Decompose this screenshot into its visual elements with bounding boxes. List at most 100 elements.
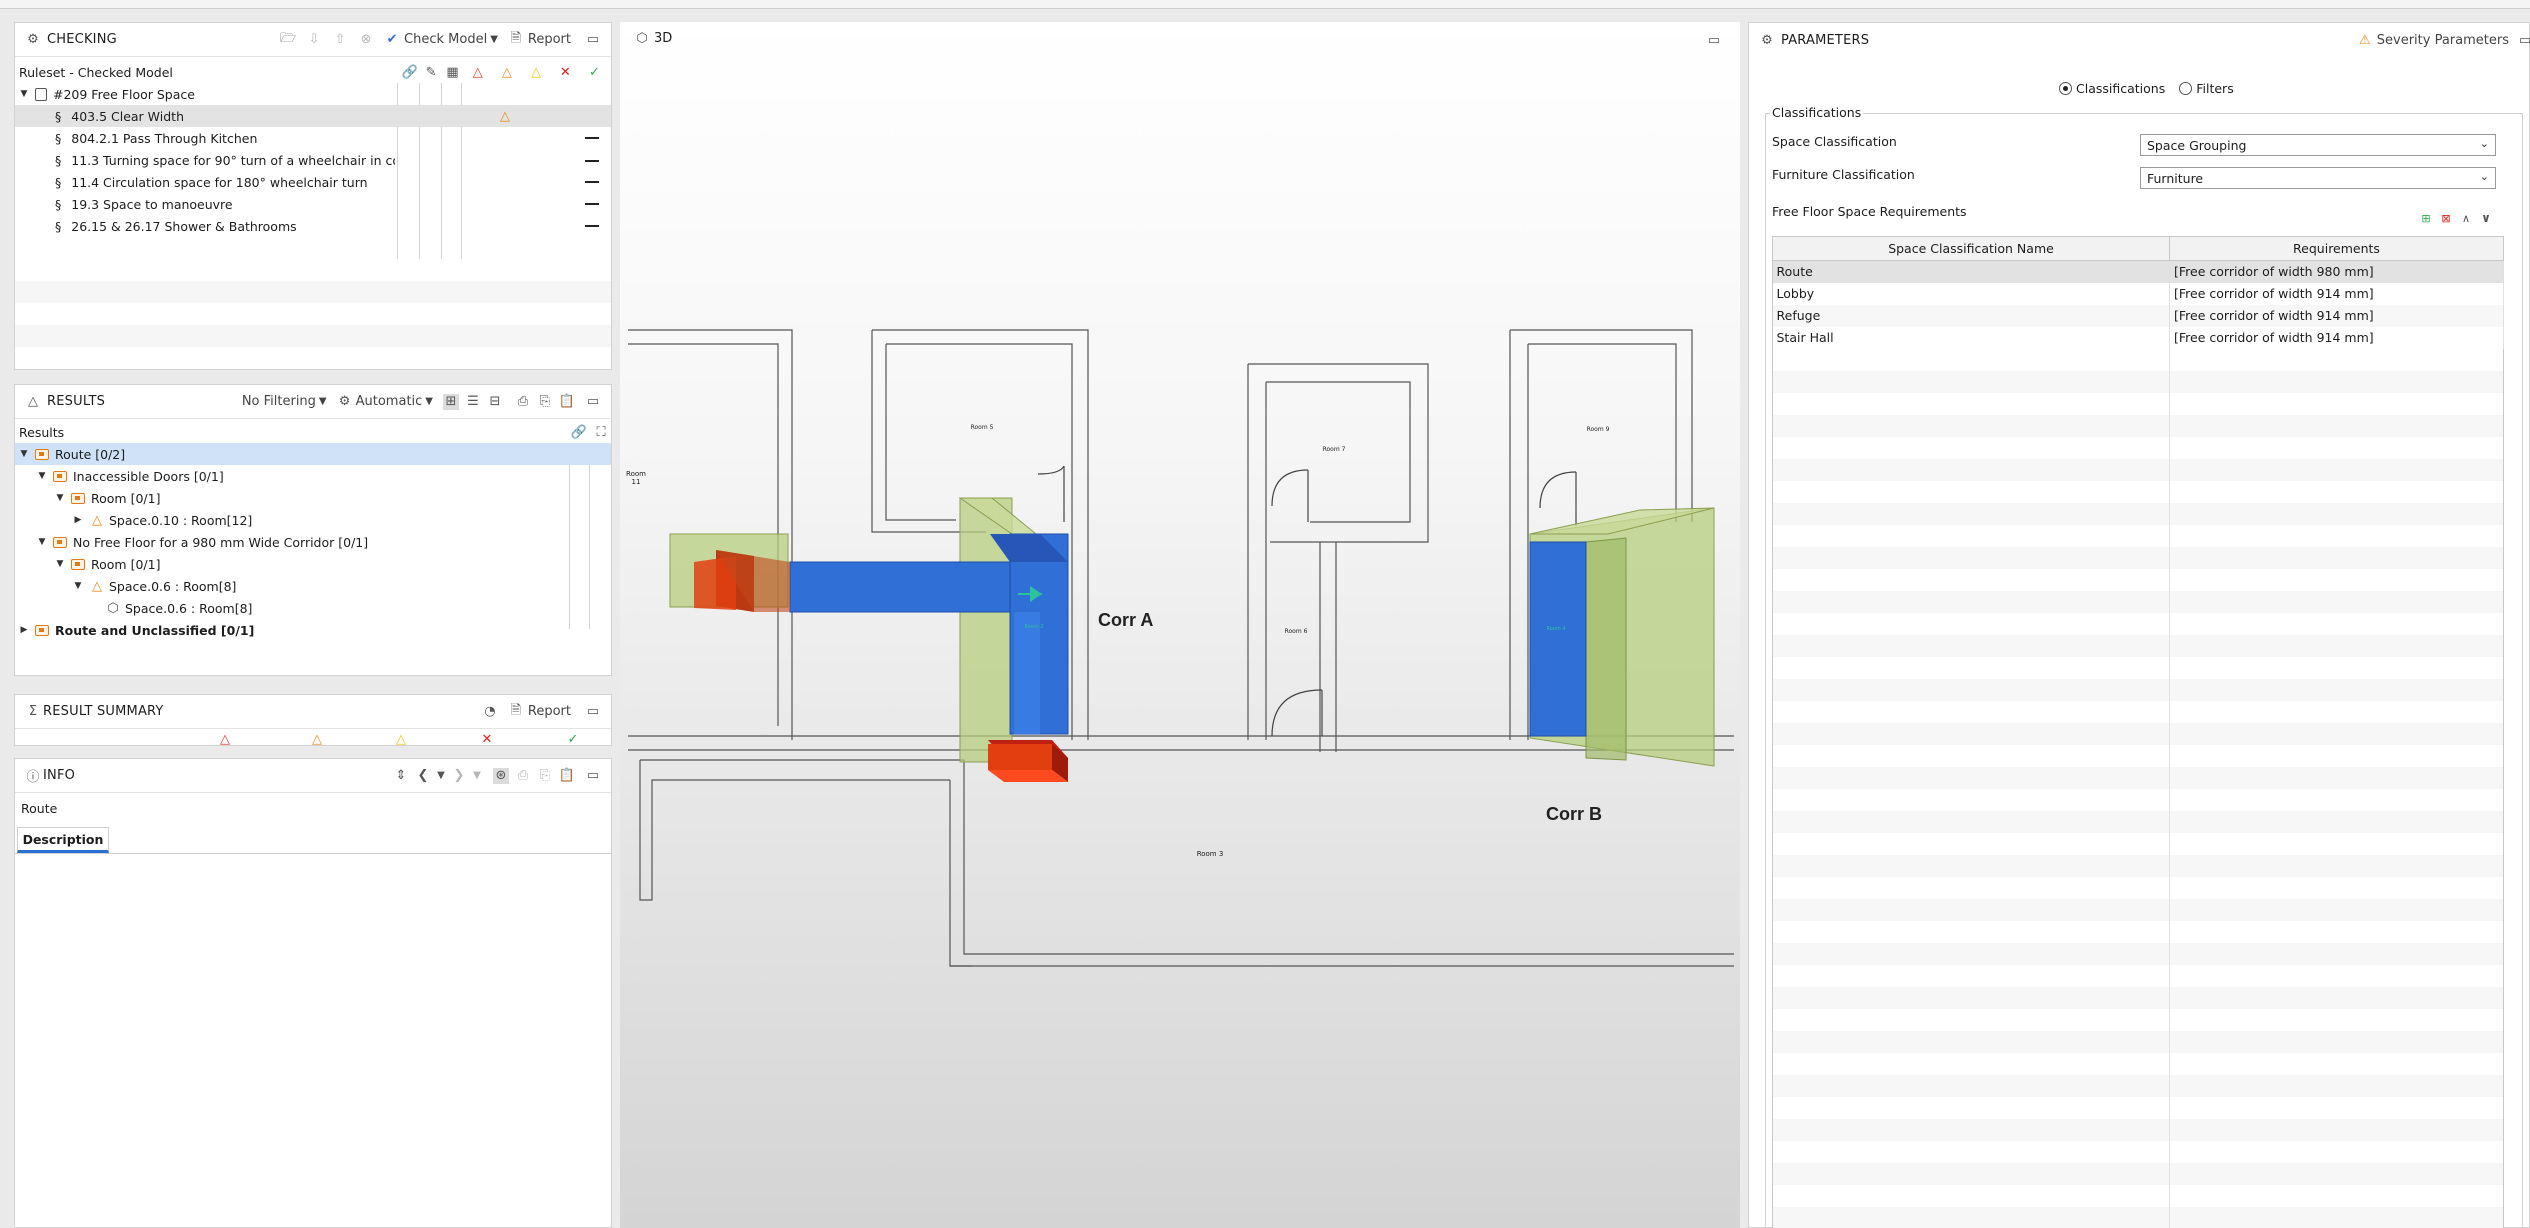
- low-warning-icon[interactable]: △: [522, 64, 551, 80]
- maximize-icon[interactable]: ▭: [585, 768, 601, 784]
- focus-icon[interactable]: ⛶: [593, 424, 609, 440]
- sort-icon[interactable]: ⇕: [393, 768, 409, 784]
- clipboard-icon[interactable]: 📋: [559, 768, 575, 784]
- result-item[interactable]: ▶ Route and Unclassified [0/1]: [15, 619, 611, 641]
- add-row-icon[interactable]: ⊞: [2418, 210, 2434, 226]
- forward-icon[interactable]: ❯: [451, 768, 467, 784]
- result-item[interactable]: ▼ △ Space.0.6 : Room[8]: [15, 575, 611, 597]
- rejected-icon[interactable]: ✕: [551, 64, 580, 80]
- requirements-toolbar: ⊞ ⊠ ∧ ∨: [2418, 210, 2494, 226]
- furniture-classification-select[interactable]: Furniture ⌄: [2140, 167, 2496, 189]
- classification-name-cell[interactable]: Lobby: [1772, 282, 2170, 305]
- report-button[interactable]: 🗎 Report: [508, 31, 571, 48]
- moderate-warning-icon: △: [92, 512, 102, 528]
- clipboard-icon[interactable]: 📋: [559, 394, 575, 410]
- table-row[interactable]: Stair Hall [Free corridor of width 914 m…: [1772, 326, 2504, 349]
- rule-item[interactable]: § 804.2.1 Pass Through Kitchen: [15, 127, 611, 149]
- back-icon[interactable]: ❮: [415, 768, 431, 784]
- move-down-icon[interactable]: ∨: [2478, 210, 2494, 226]
- rule-item[interactable]: § 11.4 Circulation space for 180° wheelc…: [15, 171, 611, 193]
- export-icon[interactable]: ⎙: [515, 768, 531, 784]
- requirement-cell[interactable]: [Free corridor of width 914 mm]: [2169, 304, 2504, 327]
- requirement-cell[interactable]: [Free corridor of width 914 mm]: [2169, 282, 2504, 305]
- severity-parameters-button[interactable]: ⚠ Severity Parameters: [2357, 32, 2509, 48]
- tree-view-icon[interactable]: ⊞: [443, 393, 459, 410]
- result-item[interactable]: ▼ Inaccessible Doors [0/1]: [15, 465, 611, 487]
- result-item[interactable]: ▶ △ Space.0.10 : Room[12]: [15, 509, 611, 531]
- accepted-icon[interactable]: ✓: [580, 64, 609, 80]
- classification-name-cell[interactable]: Route: [1772, 260, 2170, 283]
- expand-caret-icon[interactable]: ▼: [35, 471, 49, 481]
- expand-caret-icon[interactable]: ▼: [71, 581, 85, 591]
- ruleset-root-item[interactable]: ▼ #209 Free Floor Space: [15, 83, 611, 105]
- result-item[interactable]: ▼ Room [0/1]: [15, 553, 611, 575]
- chevron-down-icon: ▼: [318, 396, 327, 407]
- maximize-icon[interactable]: ▭: [585, 32, 601, 48]
- rule-item[interactable]: § 11.3 Turning space for 90° turn of a w…: [15, 149, 395, 171]
- copy-icon[interactable]: ⎘: [537, 394, 553, 410]
- rule-item[interactable]: § 403.5 Clear Width △: [15, 105, 611, 127]
- floor-plan-model[interactable]: [620, 22, 1740, 1228]
- move-up-icon[interactable]: ∧: [2458, 210, 2474, 226]
- critical-warning-icon[interactable]: △: [463, 64, 492, 80]
- result-item[interactable]: ▼ No Free Floor for a 980 mm Wide Corrid…: [15, 531, 611, 553]
- radio-filters[interactable]: Filters: [2179, 81, 2234, 96]
- route-corridor-b[interactable]: [1529, 541, 1587, 737]
- copy-icon[interactable]: ⎘: [537, 768, 553, 784]
- table-icon[interactable]: ▦: [442, 64, 463, 80]
- collapsed-caret-icon[interactable]: ▶: [17, 625, 31, 635]
- link-select-icon[interactable]: ⊛: [493, 767, 509, 784]
- close-circle-icon[interactable]: ⊗: [358, 32, 374, 48]
- open-folder-icon[interactable]: 🗁: [280, 31, 296, 48]
- link-icon[interactable]: 🔗: [399, 64, 420, 80]
- column-header-requirements[interactable]: Requirements: [2169, 236, 2504, 261]
- delete-row-icon[interactable]: ⊠: [2438, 210, 2454, 226]
- rule-item[interactable]: § 19.3 Space to manoeuvre: [15, 193, 611, 215]
- viewport-3d[interactable]: ⬡ 3D ▭ Corr A Corr B Room 5 Room 7 Room …: [620, 22, 1740, 1228]
- download-icon[interactable]: ⇩: [306, 32, 322, 48]
- folder-icon: [35, 448, 49, 460]
- chart-settings-icon[interactable]: ◔: [482, 704, 498, 720]
- chevron-down-icon[interactable]: ▼: [433, 768, 449, 784]
- export-icon[interactable]: ⎙: [515, 394, 531, 410]
- requirement-cell[interactable]: [Free corridor of width 914 mm]: [2169, 326, 2504, 349]
- maximize-icon[interactable]: ▭: [2517, 32, 2530, 48]
- free-space-volume-a[interactable]: [669, 497, 1038, 763]
- summary-report-button[interactable]: 🗎 Report: [508, 703, 571, 720]
- result-item[interactable]: ▼ Room [0/1]: [15, 487, 611, 509]
- filter-dropdown[interactable]: No Filtering ▼: [242, 394, 327, 409]
- result-item-route[interactable]: ▼ Route [0/2]: [15, 443, 611, 465]
- table-row[interactable]: Refuge [Free corridor of width 914 mm]: [1772, 304, 2504, 327]
- expand-caret-icon[interactable]: ▼: [53, 559, 67, 569]
- maximize-icon[interactable]: ▭: [585, 394, 601, 410]
- expand-caret-icon[interactable]: ▼: [53, 493, 67, 503]
- classification-name-cell[interactable]: Stair Hall: [1772, 326, 2170, 349]
- list-view-icon[interactable]: ☰: [465, 394, 481, 410]
- requirement-cell[interactable]: [Free corridor of width 980 mm]: [2169, 260, 2504, 283]
- radio-classifications[interactable]: Classifications: [2059, 81, 2165, 96]
- chevron-down-icon[interactable]: ▼: [469, 768, 485, 784]
- collapsed-caret-icon[interactable]: ▶: [71, 515, 85, 525]
- check-model-button[interactable]: ✔ Check Model ▼: [384, 32, 498, 48]
- inaccessible-door-b[interactable]: [988, 740, 1068, 782]
- upload-icon[interactable]: ⇧: [332, 32, 348, 48]
- room-label: Room 11: [626, 470, 646, 486]
- link-icon[interactable]: 🔗: [571, 424, 587, 440]
- moderate-warning-icon[interactable]: △: [492, 64, 521, 80]
- table-row[interactable]: Route [Free corridor of width 980 mm]: [1772, 260, 2504, 283]
- rule-item[interactable]: § 26.15 & 26.17 Shower & Bathrooms: [15, 215, 611, 237]
- expand-caret-icon[interactable]: ▼: [17, 89, 31, 99]
- table-row[interactable]: Lobby [Free corridor of width 914 mm]: [1772, 282, 2504, 305]
- route-corridor-a[interactable]: [789, 533, 1069, 735]
- description-tab[interactable]: Description: [17, 827, 109, 853]
- result-item[interactable]: ⬡ Space.0.6 : Room[8]: [15, 597, 611, 619]
- space-classification-select[interactable]: Space Grouping ⌄: [2140, 134, 2496, 156]
- expand-caret-icon[interactable]: ▼: [35, 537, 49, 547]
- group-view-icon[interactable]: ⊟: [487, 394, 503, 410]
- maximize-icon[interactable]: ▭: [585, 704, 601, 720]
- column-header-name[interactable]: Space Classification Name: [1772, 236, 2170, 261]
- mode-dropdown[interactable]: ⚙ Automatic ▼: [337, 394, 433, 410]
- classification-name-cell[interactable]: Refuge: [1772, 304, 2170, 327]
- tools-icon[interactable]: ✎: [420, 64, 441, 80]
- expand-caret-icon[interactable]: ▼: [17, 449, 31, 459]
